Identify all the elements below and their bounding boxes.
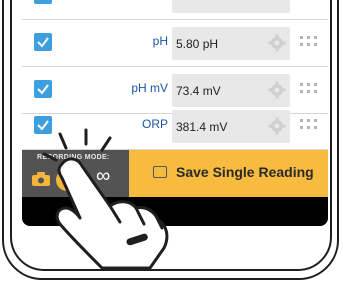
value-text: 5.80 pH — [176, 37, 219, 51]
drag-handle-icon[interactable] — [300, 36, 318, 50]
drag-handle-icon[interactable] — [300, 0, 318, 3]
tap-hand-icon — [42, 128, 169, 270]
drag-handle-icon[interactable] — [300, 119, 318, 133]
drag-handle-icon[interactable] — [300, 83, 318, 97]
reading-row-ph[interactable]: pH 5.80 pH — [22, 20, 328, 67]
checkbox-icon[interactable] — [34, 0, 52, 4]
row-label: pH mV — [131, 81, 168, 95]
checkbox-icon[interactable] — [34, 33, 52, 51]
gear-icon[interactable] — [268, 34, 286, 52]
value-field — [172, 0, 290, 13]
row-label: pH — [152, 34, 168, 48]
checkbox-icon[interactable] — [34, 80, 52, 98]
value-field[interactable]: 381.4 mV — [172, 110, 290, 143]
save-button-label: Save Single Reading — [176, 164, 314, 180]
gear-icon[interactable] — [268, 81, 286, 99]
reading-row-partial — [22, 0, 328, 20]
gear-icon[interactable] — [268, 117, 286, 135]
value-field[interactable]: 5.80 pH — [172, 27, 290, 60]
value-text: 73.4 mV — [176, 84, 221, 98]
value-text: 381.4 mV — [176, 120, 228, 134]
